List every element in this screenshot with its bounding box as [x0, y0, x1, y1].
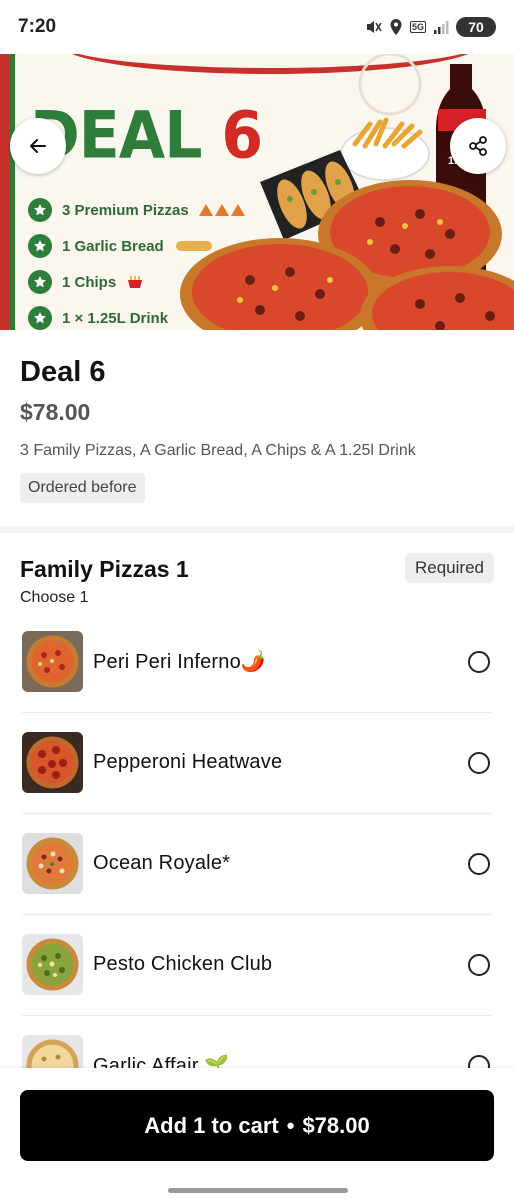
battery-icon: 70	[456, 17, 496, 37]
deal-item-list: 3 Premium Pizzas 1 Garlic Bread 1 Chips …	[28, 192, 245, 330]
option-label: Pesto Chicken Club	[93, 953, 273, 975]
radio-button[interactable]	[468, 852, 490, 875]
radio-button[interactable]	[468, 751, 490, 774]
item-price: $78.00	[20, 399, 91, 425]
deal-number: 6	[221, 98, 263, 174]
network-5g-label: 5G	[409, 21, 426, 33]
option-label: Garlic Affair 🌱	[93, 1055, 230, 1068]
star-icon	[28, 234, 52, 258]
ordered-before-badge: Ordered before	[20, 473, 145, 503]
option-item[interactable]: Pesto Chicken Club	[0, 914, 514, 1015]
option-item[interactable]: Garlic Affair 🌱	[0, 1015, 514, 1068]
pizza-thumbnail	[22, 833, 83, 894]
radio-button[interactable]	[468, 650, 490, 673]
hero-stripe-green	[10, 54, 15, 330]
back-button[interactable]	[10, 118, 66, 174]
star-icon	[28, 270, 52, 294]
chips-icon	[128, 276, 143, 288]
home-indicator[interactable]	[168, 1188, 348, 1193]
section-divider	[0, 526, 514, 533]
pizza-thumbnail	[22, 934, 83, 995]
mute-vibrate-icon	[364, 18, 382, 36]
option-item[interactable]: Ocean Royale*	[0, 813, 514, 914]
pizza-thumbnail	[22, 732, 83, 793]
status-bar: 7:20 5G 70	[0, 0, 514, 54]
deal-item: 1 Garlic Bread	[28, 228, 245, 264]
option-item[interactable]: Peri Peri Inferno🌶️	[0, 611, 514, 712]
garlic-bread-icon	[175, 241, 212, 251]
cart-button-price: $78.00	[302, 1112, 370, 1138]
share-icon	[469, 136, 487, 156]
option-item[interactable]: Pepperoni Heatwave	[0, 712, 514, 813]
option-label: Pepperoni Heatwave	[93, 751, 283, 773]
option-label: Peri Peri Inferno🌶️	[93, 651, 267, 673]
option-label: Ocean Royale*	[93, 852, 231, 874]
option-group-header: Family Pizzas 1 Choose 1 Required	[20, 553, 494, 607]
radio-button[interactable]	[468, 1054, 490, 1068]
option-group-subtitle: Choose 1	[20, 589, 89, 606]
item-description: 3 Family Pizzas, A Garlic Bread, A Chips…	[20, 442, 416, 459]
item-info: Deal 6 $78.00 3 Family Pizzas, A Garlic …	[0, 330, 514, 503]
item-title: Deal 6	[20, 356, 106, 388]
deal-item: 1 Chips	[28, 264, 245, 300]
cart-button-label: Add 1 to cart	[144, 1112, 279, 1138]
star-icon	[28, 198, 52, 222]
required-badge: Required	[405, 553, 494, 583]
status-icons: 5G 70	[364, 17, 496, 37]
add-to-cart-button[interactable]: Add 1 to cart • $78.00	[20, 1090, 494, 1161]
pizza-thumbnail	[22, 1035, 83, 1068]
footer-bar: Add 1 to cart • $78.00	[0, 1068, 514, 1200]
hero-stripe-red	[0, 54, 10, 330]
deal-item: 1 × 1.25L Drink	[28, 300, 245, 330]
hero-image: 1.25L DEAL 6 3 Premium Pizzas	[0, 54, 514, 330]
deal-headline: DEAL 6	[30, 104, 263, 169]
pizza-slices-icon	[198, 204, 245, 216]
arrow-left-icon	[30, 139, 46, 153]
deal-item: 3 Premium Pizzas	[28, 192, 245, 228]
share-button[interactable]	[450, 118, 506, 174]
status-time: 7:20	[18, 16, 57, 37]
location-icon	[389, 18, 403, 36]
pizza-thumbnail	[22, 631, 83, 692]
deal-item-text: 1 × 1.25L Drink	[62, 309, 169, 327]
deal-item-text: 1 Chips	[62, 273, 117, 291]
star-icon	[28, 306, 52, 330]
cart-button-separator: •	[286, 1112, 295, 1138]
deal-item-text: 3 Premium Pizzas	[62, 201, 189, 219]
deal-item-text: 1 Garlic Bread	[62, 237, 164, 255]
signal-icon	[433, 19, 449, 35]
radio-button[interactable]	[468, 953, 490, 976]
option-list[interactable]: Peri Peri Inferno🌶️ Pepperoni Heatwave O…	[0, 611, 514, 1068]
